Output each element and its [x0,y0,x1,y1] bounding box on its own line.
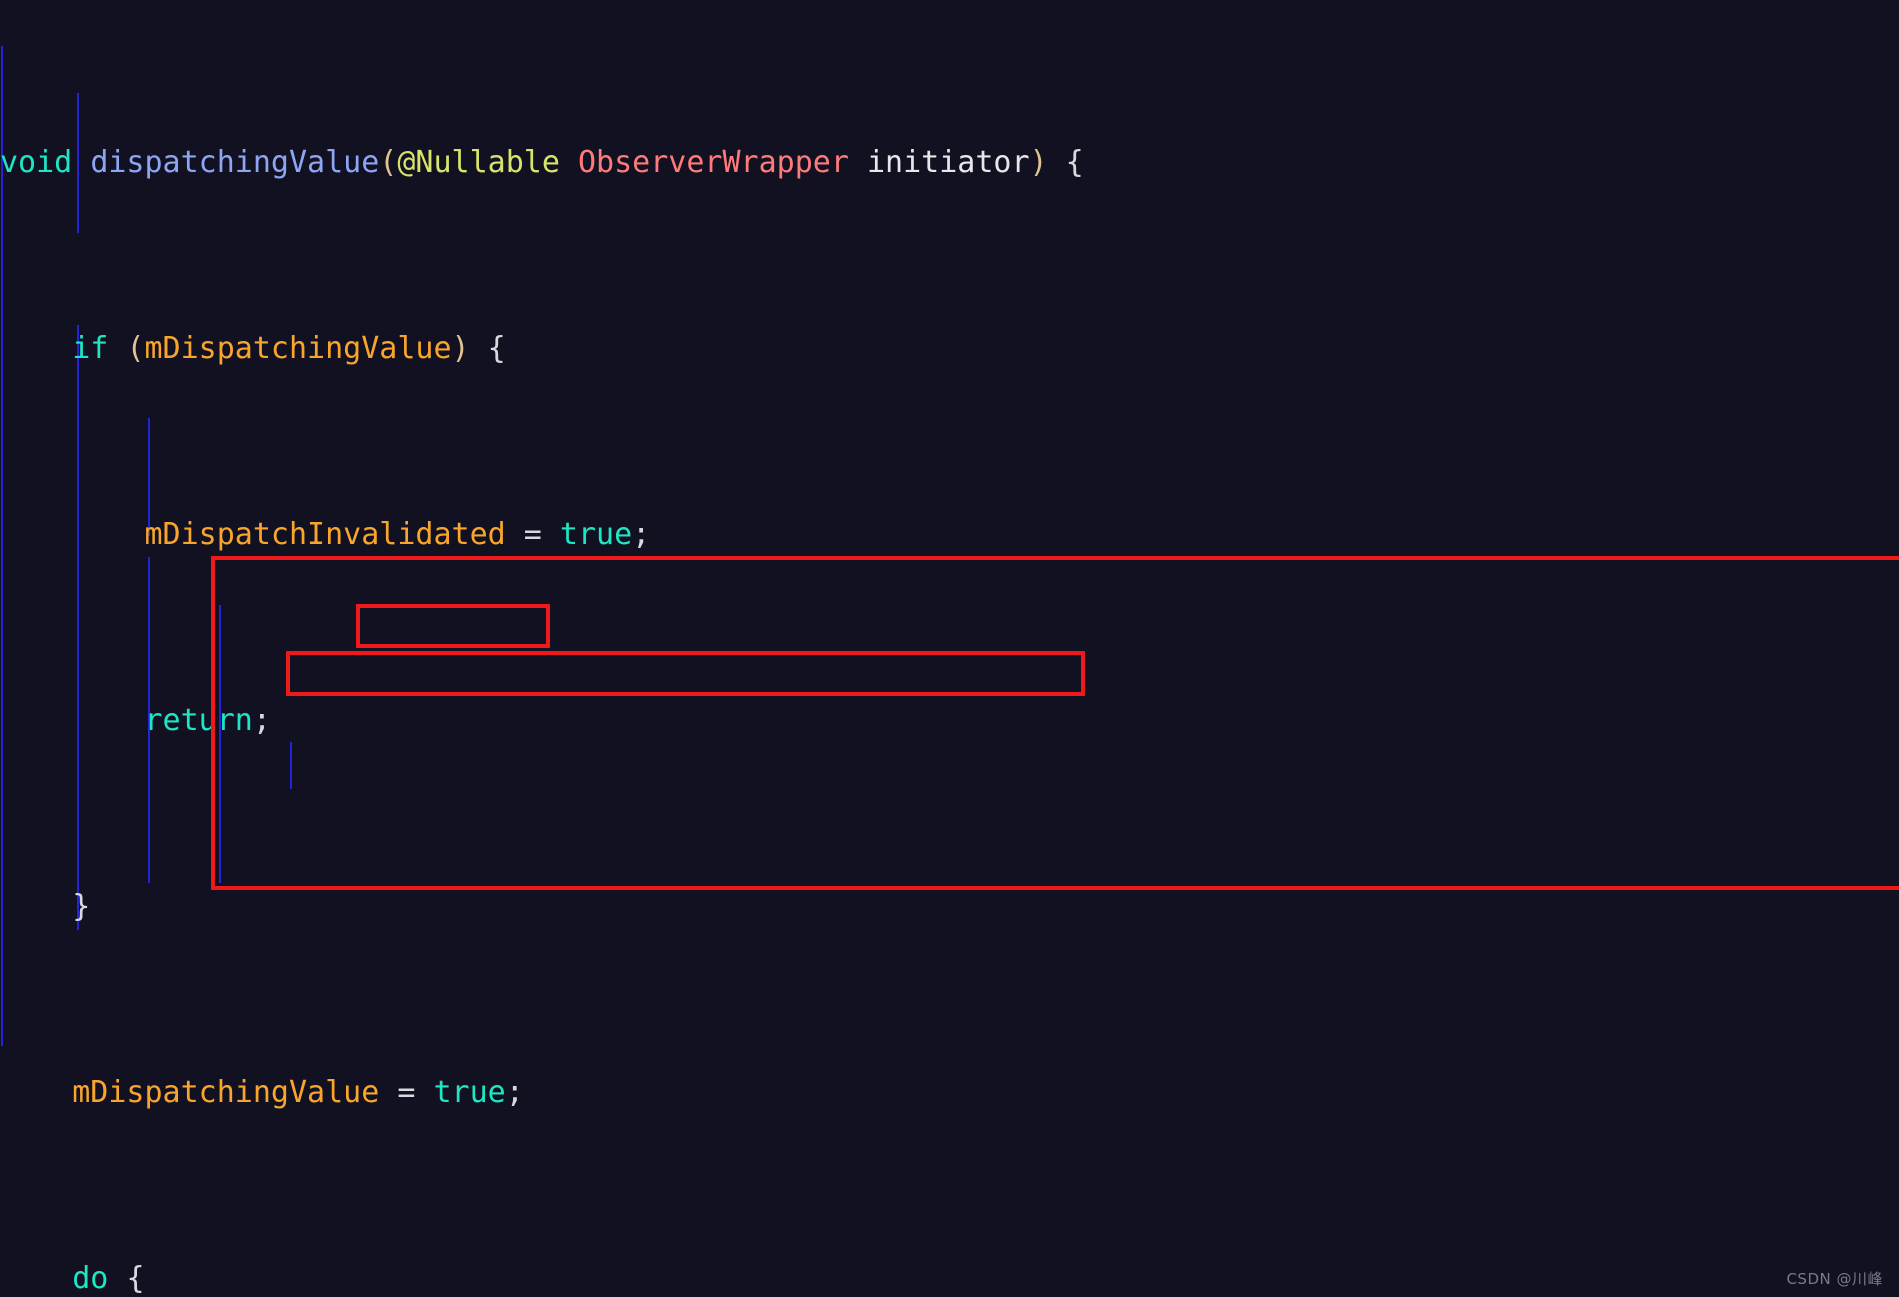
code-line: void dispatchingValue(@Nullable Observer… [0,144,1084,180]
source-code-block[interactable]: void dispatchingValue(@Nullable Observer… [0,0,1899,1297]
code-line: mDispatchingValue = true; [72,1074,524,1110]
code-line: mDispatchInvalidated = true; [144,516,651,552]
watermark: CSDN @川峰 [1786,1270,1883,1288]
code-line: } [72,888,91,924]
code-line: do { [72,1260,145,1296]
code-line: return; [144,702,271,738]
code-line: if (mDispatchingValue) { [72,330,506,366]
code-editor-viewport: void dispatchingValue(@Nullable Observer… [0,0,1899,1297]
